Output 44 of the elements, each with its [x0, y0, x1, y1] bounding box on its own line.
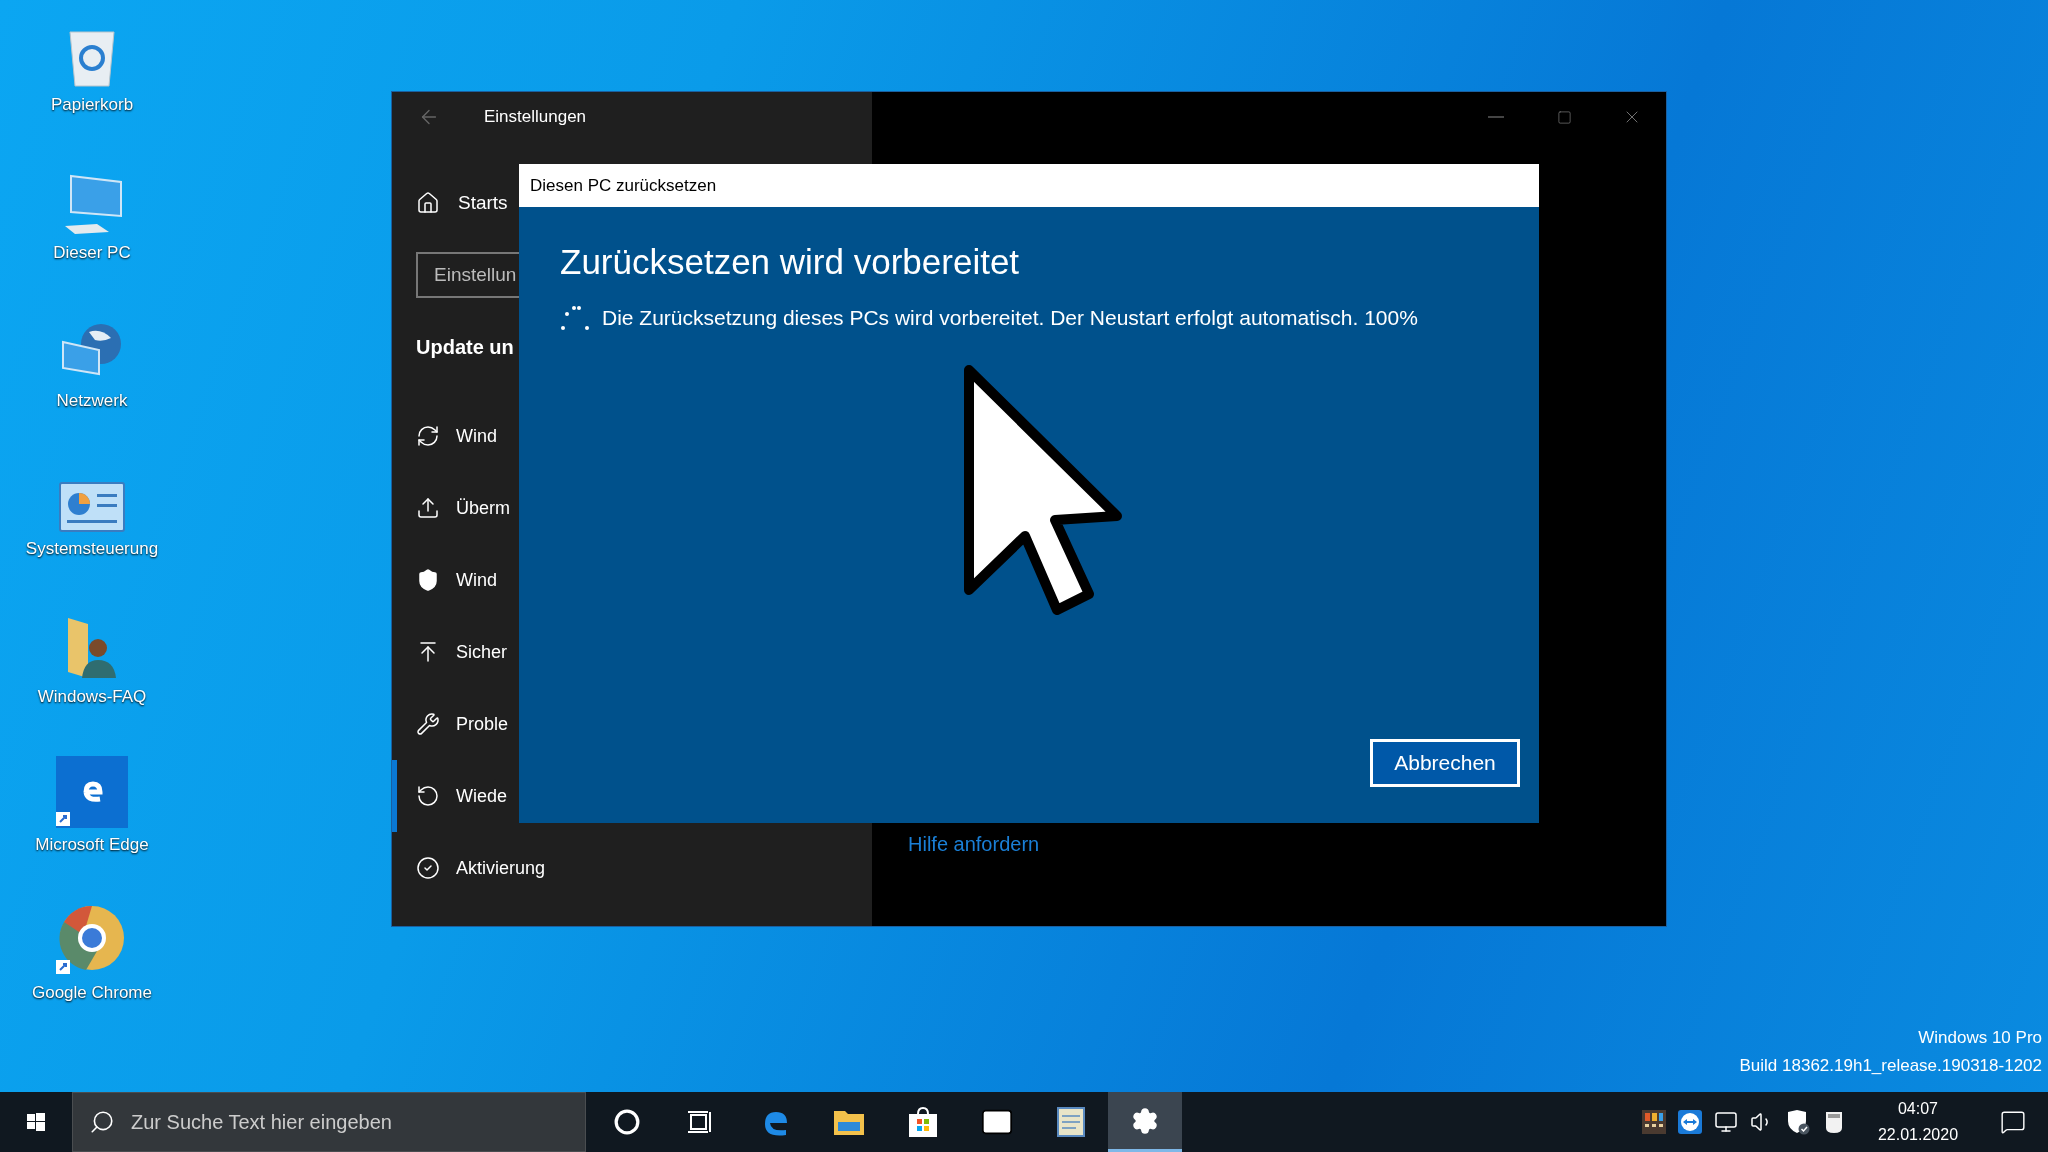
- nav-item[interactable]: Proble: [392, 688, 872, 760]
- nav-item[interactable]: Wind: [392, 544, 872, 616]
- edge-shortcut-icon: [56, 756, 128, 828]
- network-monitor-icon: [1714, 1110, 1738, 1134]
- store-bag-icon: [907, 1106, 939, 1138]
- check-circle-icon: [416, 856, 440, 880]
- settings-icon: [1131, 1106, 1159, 1135]
- task-view-icon: [688, 1110, 714, 1134]
- dialog-message: Die Zurücksetzung dieses PCs wird vorbereitet. Der Neustart erfolgt automatisch. 100%: [602, 305, 1418, 331]
- help-link[interactable]: Hilfe anfordern: [908, 829, 1040, 859]
- dialog-title: Diesen PC zurücksetzen: [530, 174, 717, 197]
- minimize-icon: [1488, 116, 1504, 118]
- shield-check-icon: [1786, 1109, 1810, 1135]
- search-field[interactable]: Zur Suche Text hier eingeben: [72, 1092, 586, 1152]
- shield-icon: [416, 568, 440, 592]
- restore-icon: [416, 784, 440, 808]
- maximize-icon: [1556, 109, 1572, 125]
- loading-spinner-icon: [560, 304, 590, 331]
- taskbar-app-button[interactable]: [1108, 1092, 1182, 1152]
- wrench-icon: [416, 712, 440, 736]
- cortana-icon: [614, 1109, 640, 1135]
- nav-item[interactable]: Sicher: [392, 616, 872, 688]
- windows-logo-icon: [27, 1113, 45, 1131]
- window-title: Einstellungen: [484, 106, 587, 129]
- nav-item[interactable]: Aktivierung: [392, 832, 872, 904]
- control-panel-icon: [59, 482, 125, 532]
- nav-item[interactable]: Wind: [392, 400, 872, 472]
- remote-arrows-icon: [1678, 1110, 1702, 1134]
- nav-item[interactable]: Überm: [392, 472, 872, 544]
- sync-icon: [416, 424, 440, 448]
- section-heading: Update un: [416, 335, 515, 360]
- notification-icon: [2000, 1109, 2026, 1135]
- home-icon: [416, 191, 440, 215]
- notepad-icon: [1056, 1106, 1086, 1138]
- clock[interactable]: 04:07 22.01.2020: [1868, 1096, 1968, 1148]
- folder-icon: [833, 1108, 865, 1136]
- colorful-grid-icon: [1642, 1110, 1666, 1134]
- search-icon: [89, 1109, 115, 1135]
- os-version-text: Build 18362.19h1_release.190318-1202: [1739, 1055, 2042, 1077]
- os-version-text: Windows 10 Pro: [1918, 1027, 2042, 1049]
- upload-tray-icon: [416, 496, 440, 520]
- nav-item[interactable]: Starts: [458, 188, 508, 218]
- cancel-button[interactable]: Abbrechen: [1370, 739, 1520, 787]
- drive-icon: [1824, 1110, 1844, 1134]
